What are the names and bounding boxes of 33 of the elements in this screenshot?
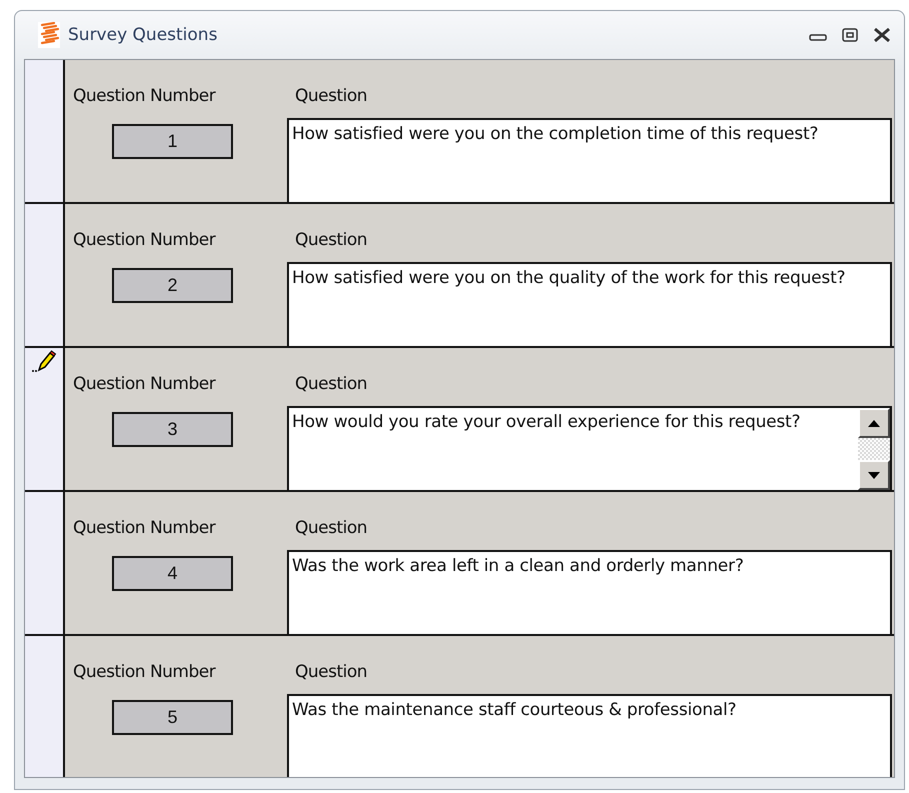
field-label: Question — [295, 374, 368, 394]
field-label: Question — [295, 662, 368, 682]
question-number-field[interactable]: 4 — [112, 556, 233, 591]
restore-icon[interactable] — [841, 28, 859, 42]
field-label: Question Number — [73, 662, 216, 682]
scroll-up-icon[interactable] — [858, 408, 890, 438]
close-icon[interactable] — [873, 28, 891, 42]
record-selector[interactable] — [25, 636, 65, 777]
field-label: Question Number — [73, 230, 216, 250]
question-field[interactable]: Was the work area left in a clean and orderly manner? — [287, 550, 892, 634]
question-number-field[interactable]: 1 — [112, 124, 233, 159]
pencil-icon — [31, 350, 57, 374]
field-label: Question Number — [73, 86, 216, 106]
field-label: Question Number — [73, 374, 216, 394]
field-label: Question — [295, 518, 368, 538]
app-logo-icon — [38, 22, 60, 48]
question-number-field[interactable]: 3 — [112, 412, 233, 447]
scrollbar[interactable] — [858, 408, 890, 490]
record-selector[interactable] — [25, 348, 65, 490]
question-number-field[interactable]: 2 — [112, 268, 233, 303]
scroll-down-icon[interactable] — [858, 460, 890, 490]
question-field[interactable]: How satisfied were you on the quality of the work for this request? — [287, 262, 892, 346]
field-label: Question — [295, 86, 368, 106]
window-title: Survey Questions — [68, 25, 218, 45]
record-selector[interactable] — [25, 60, 65, 202]
question-number-field[interactable]: 5 — [112, 700, 233, 735]
field-label: Question Number — [73, 518, 216, 538]
record-selector[interactable] — [25, 492, 65, 634]
question-field[interactable]: How satisfied were you on the completion time of this request? — [287, 118, 892, 202]
field-label: Question — [295, 230, 368, 250]
record-selector[interactable] — [25, 204, 65, 346]
question-field[interactable]: How would you rate your overall experience for this request? — [287, 406, 892, 490]
question-field[interactable]: Was the maintenance staff courteous & professional? — [287, 694, 892, 777]
